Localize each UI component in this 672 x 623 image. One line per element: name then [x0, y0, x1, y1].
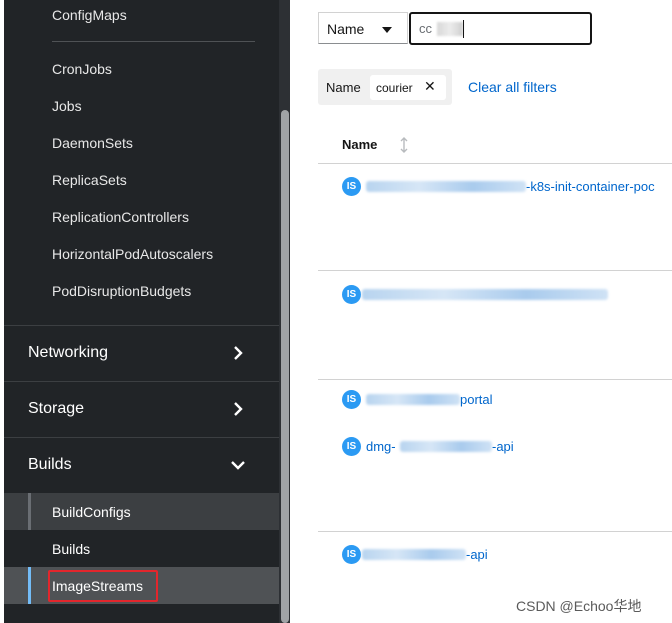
section-label: Storage: [28, 400, 85, 417]
window-edge: [0, 0, 4, 623]
resource-link-prefix[interactable]: dmg-: [366, 439, 396, 454]
chevron-right-icon: [234, 346, 243, 360]
close-icon[interactable]: ✕: [424, 78, 436, 95]
table-row[interactable]: IS dmg- -api: [342, 437, 672, 457]
imagestream-badge-icon: IS: [342, 545, 361, 564]
section-label: Builds: [28, 456, 72, 473]
sidebar-item-configmaps[interactable]: ConfigMaps: [52, 7, 127, 23]
caret-down-icon: [382, 27, 392, 33]
sidebar-item-buildconfigs[interactable]: BuildConfigs: [4, 493, 279, 530]
imagestream-badge-icon: IS: [342, 177, 361, 196]
filter-search-input[interactable]: cc: [409, 12, 592, 45]
sidebar-item-jobs[interactable]: Jobs: [52, 98, 82, 114]
filter-category-dropdown[interactable]: Name: [318, 12, 408, 44]
nav-indicator: [28, 493, 31, 530]
sidebar-section-networking[interactable]: Networking: [4, 325, 279, 381]
row-divider: [318, 270, 672, 271]
redacted-text: [362, 289, 608, 300]
sidebar-divider: [52, 41, 255, 42]
table-header-divider: [318, 163, 672, 164]
sidebar-item-builds[interactable]: Builds: [4, 530, 279, 567]
row-divider: [318, 531, 672, 532]
table-row[interactable]: IS -api: [342, 545, 672, 565]
sidebar-item-label: BuildConfigs: [52, 504, 131, 520]
annotation-highlight-box: [48, 570, 158, 602]
filter-chip-group: Name courier ✕: [318, 69, 452, 105]
sidebar-section-storage[interactable]: Storage: [4, 381, 279, 437]
filter-chip: courier ✕: [370, 75, 446, 100]
redacted-text: [437, 22, 463, 36]
sidebar-item-daemonsets[interactable]: DaemonSets: [52, 135, 133, 151]
table-row[interactable]: IS: [342, 285, 672, 305]
table-row[interactable]: IS -k8s-init-container-poc: [342, 177, 672, 197]
imagestream-badge-icon: IS: [342, 285, 361, 304]
sidebar-item-replicasets[interactable]: ReplicaSets: [52, 172, 127, 188]
sidebar-section-builds[interactable]: Builds: [4, 437, 279, 493]
redacted-text: [366, 394, 460, 405]
imagestream-badge-icon: IS: [342, 437, 361, 456]
chip-group-label: Name: [326, 80, 361, 95]
row-divider: [318, 379, 672, 380]
imagestream-badge-icon: IS: [342, 390, 361, 409]
text-cursor: [463, 20, 464, 38]
redacted-text: [362, 549, 466, 560]
resource-link[interactable]: -api: [466, 547, 488, 562]
redacted-text: [400, 441, 492, 452]
sort-icon[interactable]: [399, 137, 409, 153]
chevron-down-icon: [231, 461, 245, 470]
sidebar-item-poddisruptionbudgets[interactable]: PodDisruptionBudgets: [52, 283, 191, 299]
watermark-text: CSDN @Echoo华地: [516, 598, 642, 614]
scrollbar-thumb[interactable]: [281, 110, 289, 623]
table-row[interactable]: IS portal: [342, 390, 672, 410]
clear-all-filters-link[interactable]: Clear all filters: [468, 79, 557, 95]
chevron-right-icon: [234, 402, 243, 416]
section-label: Networking: [28, 344, 109, 361]
column-header-name[interactable]: Name: [342, 137, 377, 152]
sidebar-item-horizontalpodautoscalers[interactable]: HorizontalPodAutoscalers: [52, 246, 213, 262]
dropdown-label: Name: [327, 21, 365, 37]
sidebar-item-replicationcontrollers[interactable]: ReplicationControllers: [52, 209, 189, 225]
sidebar-item-cronjobs[interactable]: CronJobs: [52, 61, 112, 77]
sidebar-nav: ConfigMaps CronJobs Jobs DaemonSets Repl…: [0, 0, 290, 623]
search-value: cc: [419, 21, 432, 36]
resource-link[interactable]: -api: [492, 439, 514, 454]
chip-label: courier: [376, 81, 413, 95]
sidebar-item-label: Builds: [52, 541, 91, 557]
redacted-text: [366, 181, 526, 192]
resource-link[interactable]: portal: [460, 392, 493, 407]
resource-link[interactable]: -k8s-init-container-poc: [526, 179, 655, 194]
active-indicator: [28, 567, 31, 604]
main-content: Name cc Name courier ✕ Clear all filters…: [290, 0, 672, 623]
